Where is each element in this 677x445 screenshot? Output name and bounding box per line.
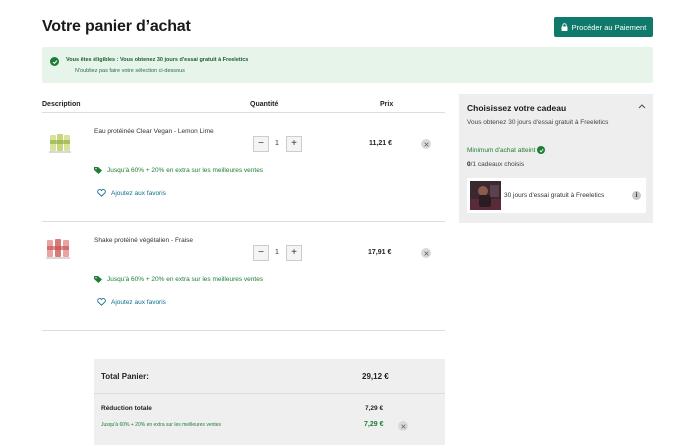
decrease-quantity-button[interactable]: − [253,136,269,152]
decrease-quantity-button[interactable]: − [253,245,269,261]
check-circle-icon [50,57,59,66]
promo-text: Jusqu'à 60% + 20% en extra sur les meill… [107,276,264,283]
divider [94,393,445,394]
alert-message: Vous êtes éligibles : Vous obtenez 30 jo… [66,57,249,63]
close-icon [423,141,429,147]
remove-discount-button[interactable] [398,421,408,431]
item-price: 17,91 € [368,249,392,256]
remove-item-button[interactable] [421,248,431,258]
cart-totals: Total Panier: 29,12 € Réduction totale 7… [94,359,445,445]
total-label: Total Panier: [101,372,149,381]
heart-icon [97,189,106,197]
reduction-label: Réduction totale [101,405,152,412]
minimum-reached-text: Minimum d'achat atteint [467,146,536,154]
favorites-text: Ajoutez aux favoris [111,189,166,197]
gift-panel-subtitle: Vous obtenez 30 jours d'essai gratuit à … [467,119,609,126]
gift-count: 0/1 cadeaux choisis [467,161,524,168]
item-price: 11,21 € [369,140,392,147]
discount-value: 7,29 € [364,421,384,428]
heart-icon [97,298,106,306]
discount-label: Jusqu'à 60% + 20% en extra sur les meill… [101,422,222,428]
total-value: 29,12 € [362,372,389,381]
product-image [43,236,73,262]
gift-count-total: /1 cadeaux choisis [470,161,525,168]
gift-option[interactable]: 30 jours d'essai gratuit à Freeletics i [467,178,646,213]
column-header-quantity: Quantité [250,101,279,108]
gift-panel-title: Choisissez votre cadeau [467,103,567,113]
column-header-description: Description [42,101,81,108]
quantity-value: 1 [275,140,279,147]
info-icon[interactable]: i [632,191,641,200]
product-name[interactable]: Shake protéiné végétalien - Fraise [94,237,193,244]
gift-option-name: 30 jours d'essai gratuit à Freeletics [504,192,605,199]
reduction-value: 7,29 € [365,405,384,412]
promo-link[interactable]: Jusqu'à 60% + 20% en extra sur les meill… [94,276,263,283]
gift-image [470,181,501,210]
gift-panel: Choisissez votre cadeau Vous obtenez 30 … [459,94,653,223]
lock-icon [561,23,568,31]
chevron-up-icon[interactable] [638,103,646,109]
checkout-button[interactable]: Procéder au Paiement [554,17,653,37]
add-to-favorites-link[interactable]: Ajoutez aux favoris [97,189,166,197]
page-title: Votre panier d’achat [42,18,191,35]
tag-icon [94,167,102,174]
quantity-value: 1 [275,249,279,256]
promo-link[interactable]: Jusqu'à 60% + 20% en extra sur les meill… [94,167,263,174]
product-image [45,130,75,156]
checkout-button-label: Procéder au Paiement [571,22,647,32]
favorites-text: Ajoutez aux favoris [111,298,166,306]
tag-icon [94,276,102,283]
divider [42,330,445,331]
promo-text: Jusqu'à 60% + 20% en extra sur les meill… [107,167,264,174]
product-name[interactable]: Eau protéinée Clear Vegan - Lemon Lime [94,128,214,135]
minimum-reached-status: Minimum d'achat atteint [467,146,546,154]
close-icon [400,423,406,429]
divider [42,221,445,222]
check-circle-icon [537,146,546,154]
column-header-price: Prix [380,101,394,108]
increase-quantity-button[interactable]: + [286,136,302,152]
increase-quantity-button[interactable]: + [286,245,302,261]
alert-hint: N'oubliez pas faire votre sélection ci-d… [75,68,185,74]
divider [42,112,445,113]
remove-item-button[interactable] [421,139,431,149]
close-icon [423,250,429,256]
eligibility-alert: Vous êtes éligibles : Vous obtenez 30 jo… [42,47,653,83]
add-to-favorites-link[interactable]: Ajoutez aux favoris [97,298,166,306]
